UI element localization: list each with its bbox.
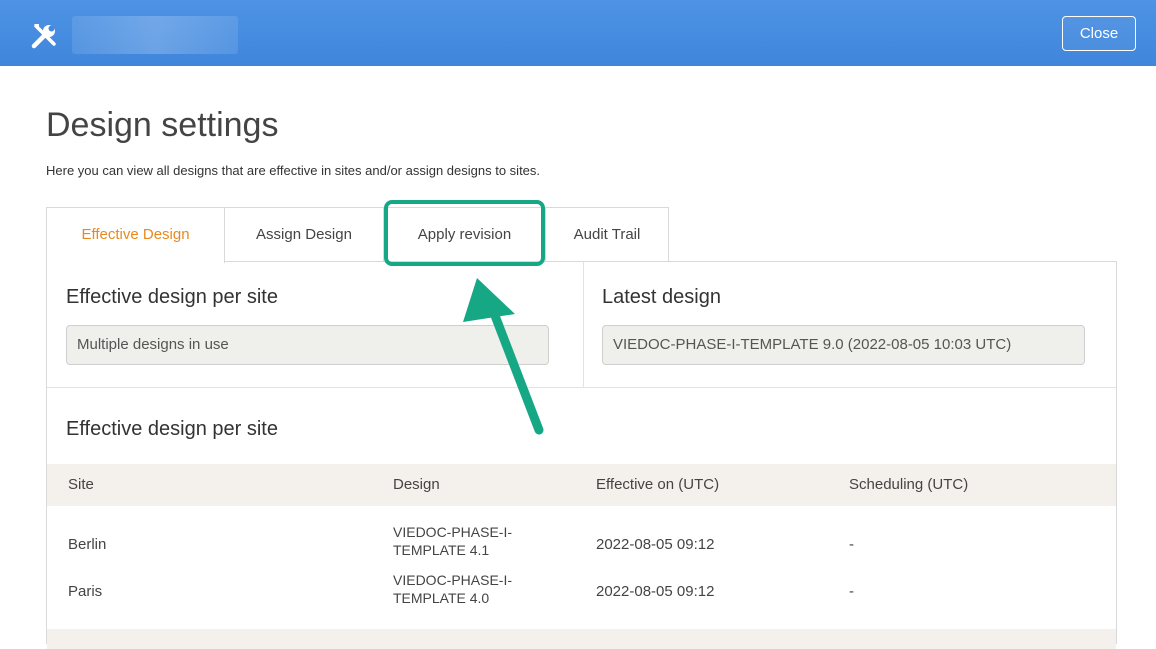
scheduling-cell: - (849, 536, 854, 553)
tab-audit-trail[interactable]: Audit Trail (545, 207, 669, 261)
effective-on-cell: 2022-08-05 09:12 (596, 583, 715, 600)
tab-effective-design[interactable]: Effective Design (46, 207, 225, 263)
close-button[interactable]: Close (1062, 16, 1136, 51)
section-divider (47, 387, 1116, 388)
page-title: Design settings (46, 106, 279, 144)
column-header-scheduling: Scheduling (UTC) (849, 476, 969, 493)
tab-assign-design[interactable]: Assign Design (224, 207, 384, 261)
table-header: Site Design Effective on (UTC) Schedulin… (47, 464, 1116, 506)
design-cell: VIEDOC-PHASE-I- TEMPLATE 4.0 (393, 571, 512, 607)
effective-design-label: Effective design per site (66, 286, 278, 308)
column-header-design: Design (393, 476, 440, 493)
table-footer (47, 629, 1116, 649)
design-cell-line: TEMPLATE 4.1 (393, 542, 490, 558)
latest-design-field: VIEDOC-PHASE-I-TEMPLATE 9.0 (2022-08-05 … (602, 325, 1085, 365)
scheduling-cell: - (849, 583, 854, 600)
design-cell-line: TEMPLATE 4.0 (393, 590, 490, 606)
design-cell: VIEDOC-PHASE-I- TEMPLATE 4.1 (393, 523, 512, 559)
page-description: Here you can view all designs that are e… (46, 163, 541, 178)
tab-panel: Effective design per site Multiple desig… (46, 261, 1117, 649)
panel-divider (583, 262, 584, 387)
site-cell: Paris (68, 583, 103, 600)
effective-design-field: Multiple designs in use (66, 325, 549, 365)
latest-design-label: Latest design (602, 286, 721, 308)
column-header-site: Site (68, 476, 94, 493)
design-cell-line: VIEDOC-PHASE-I- (393, 572, 513, 588)
tab-apply-revision[interactable]: Apply revision (383, 207, 546, 261)
top-bar: Close (0, 0, 1156, 66)
site-cell: Berlin (68, 536, 107, 553)
column-header-effective-on: Effective on (UTC) (596, 476, 720, 493)
effective-on-cell: 2022-08-05 09:12 (596, 536, 715, 553)
blurred-app-title (72, 16, 238, 54)
design-cell-line: VIEDOC-PHASE-I- (393, 524, 513, 540)
table-title: Effective design per site (66, 418, 278, 440)
tools-icon (30, 20, 60, 50)
